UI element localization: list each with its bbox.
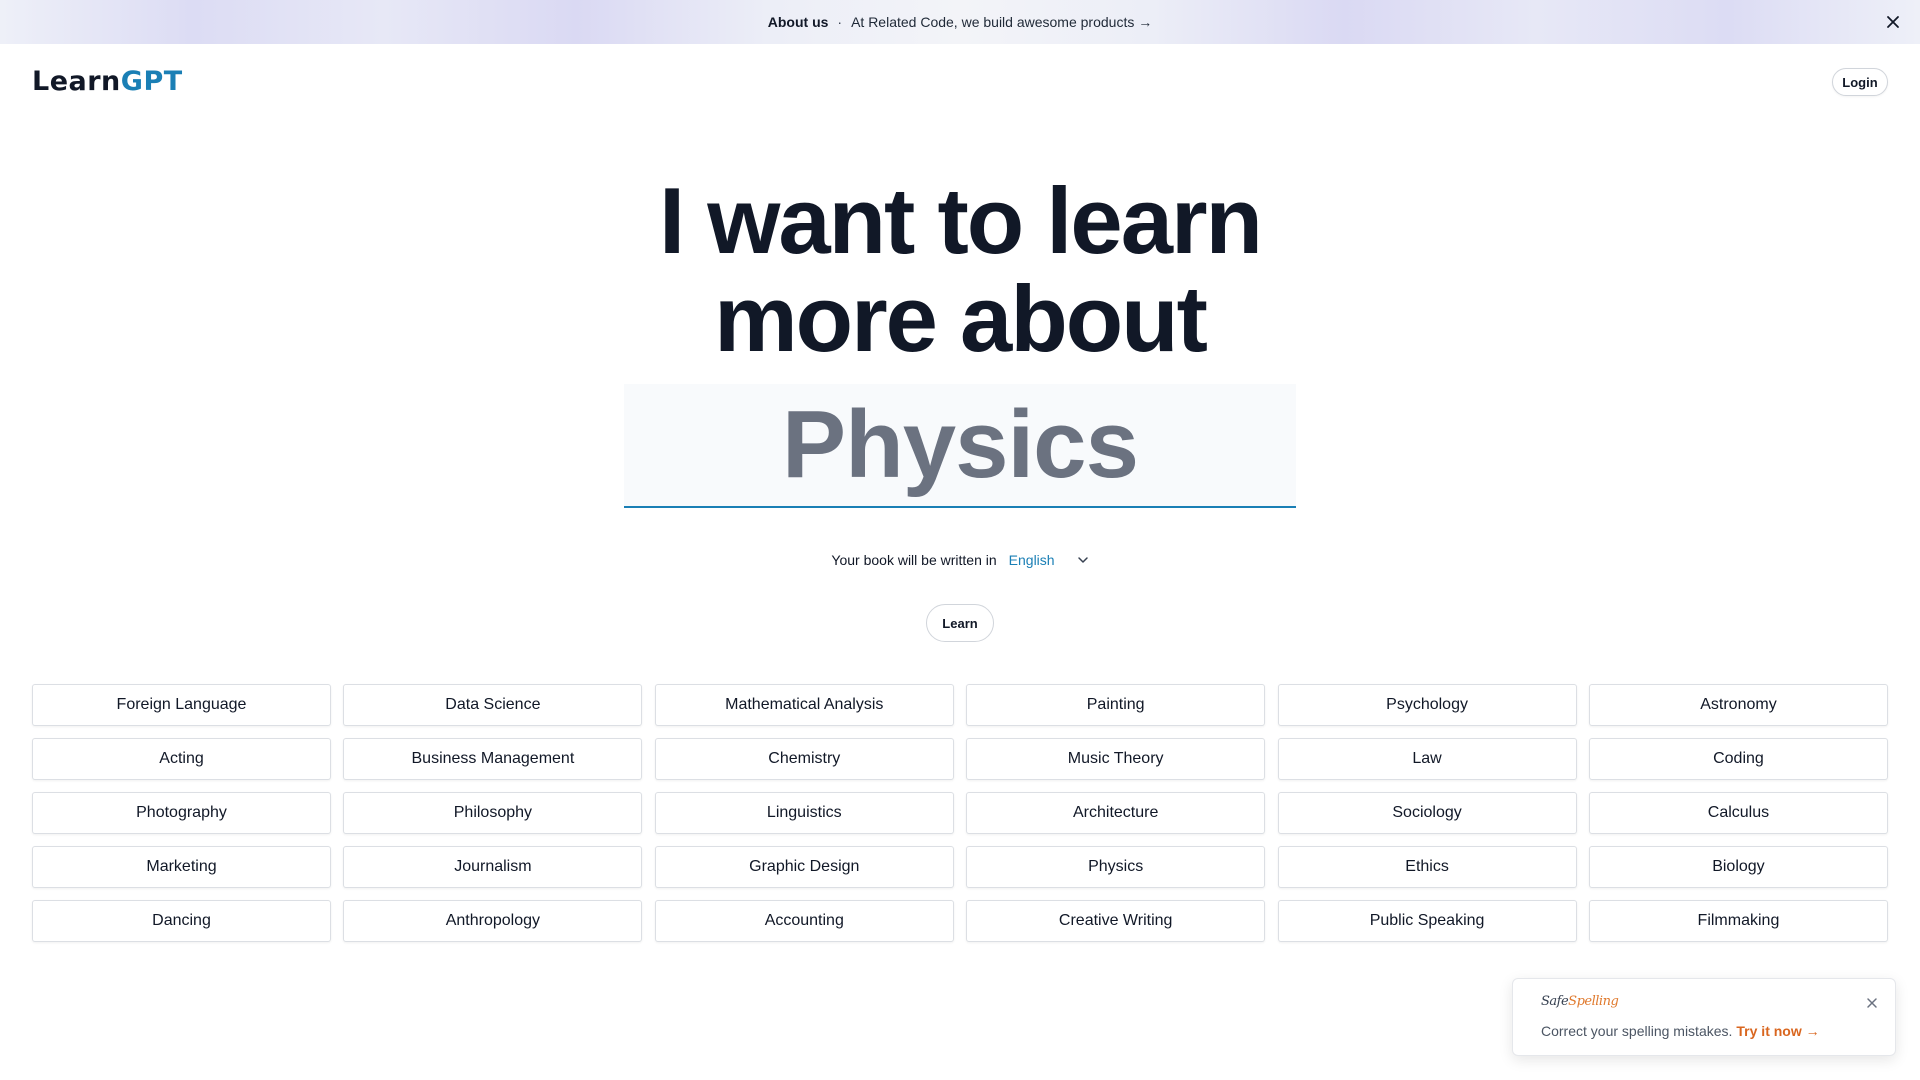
topic-chip[interactable]: Linguistics <box>654 792 954 834</box>
headline-line-1: I want to learn <box>659 168 1263 273</box>
topic-chip[interactable]: Journalism <box>343 846 643 888</box>
topic-chip[interactable]: Photography <box>32 792 331 834</box>
topic-chip[interactable]: Calculus <box>1588 792 1888 834</box>
banner-close-button[interactable] <box>1882 11 1904 33</box>
topic-chip[interactable]: Biology <box>1588 846 1888 888</box>
brand-part-2: Spelling <box>1568 994 1619 1009</box>
topic-input-container <box>624 384 1296 508</box>
topic-chip[interactable]: Physics <box>966 846 1266 888</box>
topic-chip[interactable]: Creative Writing <box>966 900 1266 942</box>
try-it-now-link[interactable]: Try it now → <box>1736 1023 1819 1039</box>
topic-chip[interactable]: Accounting <box>654 900 954 942</box>
topic-chip[interactable]: Business Management <box>343 738 643 780</box>
topic-chip[interactable]: Astronomy <box>1588 684 1888 726</box>
topic-chip[interactable]: Graphic Design <box>654 846 954 888</box>
topic-chip[interactable]: Mathematical Analysis <box>654 684 954 726</box>
hero-headline: I want to learn more about <box>0 172 1920 368</box>
topic-chip[interactable]: Law <box>1277 738 1577 780</box>
close-icon <box>1887 16 1899 28</box>
topic-chip[interactable]: Filmmaking <box>1588 900 1888 942</box>
learn-button[interactable]: Learn <box>926 604 994 642</box>
topic-suggestions-grid: Foreign Language Data Science Mathematic… <box>32 684 1888 942</box>
language-label: Your book will be written in <box>831 552 997 568</box>
language-selected-value: English <box>1008 552 1055 568</box>
topic-input[interactable] <box>624 384 1296 506</box>
login-button[interactable]: Login <box>1832 68 1888 96</box>
language-select[interactable]: English <box>1009 552 1089 568</box>
headline-line-2: more about <box>714 266 1208 371</box>
topic-chip[interactable]: Dancing <box>32 900 331 942</box>
announcement-banner: About us · At Related Code, we build awe… <box>0 0 1920 44</box>
topic-chip[interactable]: Chemistry <box>654 738 954 780</box>
logo-gpt-text: GPT <box>120 66 183 97</box>
topic-chip[interactable]: Coding <box>1588 738 1888 780</box>
topic-chip[interactable]: Anthropology <box>343 900 643 942</box>
topic-chip[interactable]: Painting <box>966 684 1266 726</box>
topic-chip[interactable]: Sociology <box>1277 792 1577 834</box>
promo-text: Correct your spelling mistakes. Try it no… <box>1541 1023 1820 1039</box>
promo-message: Correct your spelling mistakes. <box>1541 1023 1733 1039</box>
topic-chip[interactable]: Architecture <box>966 792 1266 834</box>
chevron-down-icon <box>1077 557 1088 563</box>
language-row: Your book will be written in English <box>0 550 1920 570</box>
topic-chip[interactable]: Psychology <box>1277 684 1577 726</box>
topic-chip[interactable]: Music Theory <box>966 738 1266 780</box>
topic-chip[interactable]: Acting <box>32 738 331 780</box>
about-us-link[interactable]: About us <box>768 14 829 30</box>
topic-chip[interactable]: Marketing <box>32 846 331 888</box>
topic-chip[interactable]: Ethics <box>1277 846 1577 888</box>
learngpt-logo[interactable]: LearnGPT <box>32 66 183 98</box>
logo-learn-text: Learn <box>32 66 121 97</box>
banner-message-link[interactable]: At Related Code, we build awesome produc… <box>851 14 1152 30</box>
topic-chip[interactable]: Data Science <box>343 684 643 726</box>
topic-chip[interactable]: Public Speaking <box>1277 900 1577 942</box>
brand-part-1: Safe <box>1541 994 1569 1009</box>
promo-close-button[interactable] <box>1863 994 1881 1012</box>
topic-chip[interactable]: Philosophy <box>343 792 643 834</box>
safespelling-logo: SafeSpelling <box>1541 994 1619 1009</box>
topic-chip[interactable]: Foreign Language <box>32 684 331 726</box>
banner-separator: · <box>837 14 843 30</box>
promo-toast: SafeSpelling Correct your spelling mista… <box>1512 978 1896 1056</box>
close-icon <box>1867 998 1877 1008</box>
